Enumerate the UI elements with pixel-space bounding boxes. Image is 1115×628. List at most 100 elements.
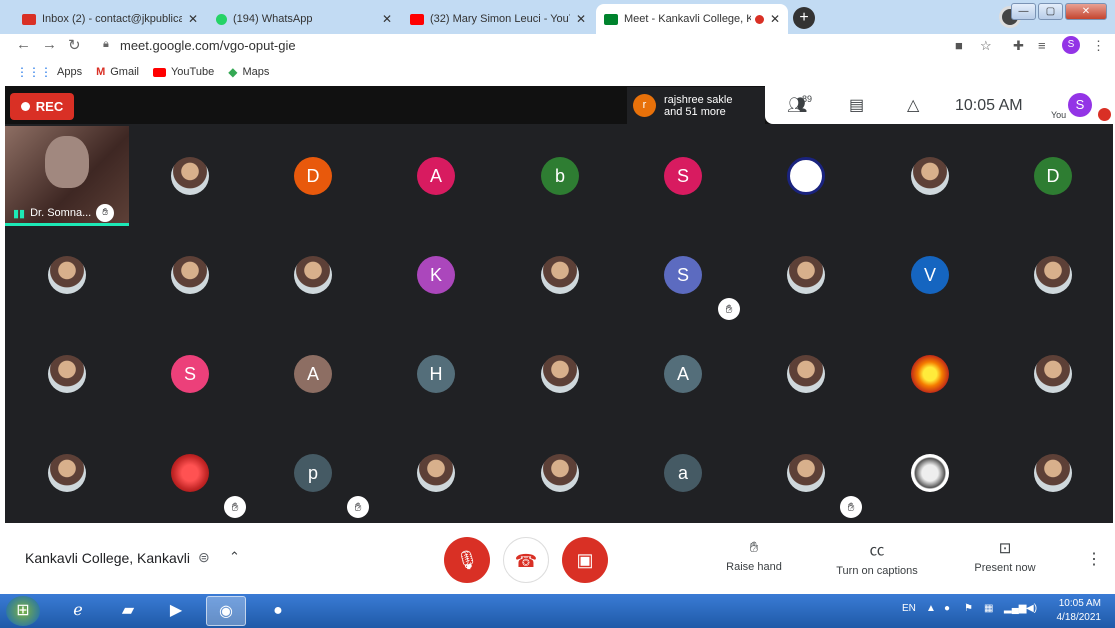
captions-button[interactable]: ㏄ Turn on captions	[833, 539, 921, 577]
participant-tile[interactable]: A	[294, 355, 332, 393]
participant-tile[interactable]	[541, 355, 579, 393]
tab-title: Inbox (2) - contact@jkpublicatio	[42, 13, 182, 25]
flag-icon[interactable]: ⚑	[964, 603, 973, 614]
present-button[interactable]: ⊡ Present now	[973, 539, 1037, 574]
bookmark-youtube[interactable]: YouTube	[152, 66, 214, 78]
meet-stage: REC r rajshree sakle and 51 more 👥︎ 89 ▤…	[5, 86, 1113, 523]
participant-tile[interactable]: a	[664, 454, 702, 492]
chat-icon[interactable]: ▤	[849, 95, 864, 115]
participant-tile[interactable]: b	[541, 157, 579, 195]
leave-call-button[interactable]: ☎︎	[503, 537, 549, 583]
mic-off-button[interactable]: 🎙︎	[444, 537, 490, 583]
extensions-icon[interactable]: ✚	[1013, 38, 1024, 54]
back-icon[interactable]: ←	[16, 36, 31, 53]
close-icon[interactable]: ✕	[770, 12, 780, 26]
meet-top-bar: REC r rajshree sakle and 51 more 👥︎ 89 ▤…	[5, 86, 1113, 124]
captions-label: Turn on captions	[836, 565, 918, 577]
bookmark-gmail[interactable]: M Gmail	[96, 66, 139, 78]
caption-chip-icon[interactable]: ⊜	[198, 549, 210, 566]
network-icon[interactable]: ▦	[984, 603, 993, 614]
media-icon[interactable]: ≡	[1038, 38, 1046, 53]
bookmark-maps[interactable]: ◆ Maps	[228, 65, 269, 79]
participant-tile[interactable]: A	[664, 355, 702, 393]
participant-tile[interactable]: D	[1034, 157, 1072, 195]
join-notification[interactable]: r rajshree sakle and 51 more	[627, 87, 765, 124]
volume-icon[interactable]: ◀)	[1026, 603, 1037, 614]
participant-tile[interactable]	[787, 256, 825, 294]
bookmarks-bar: ⋮⋮⋮ Apps M Gmail YouTube ◆ Maps	[0, 58, 1115, 86]
more-options-icon[interactable]: ⋮	[1086, 549, 1102, 569]
participant-tile[interactable]	[911, 157, 949, 195]
whatsapp-icon	[216, 13, 227, 25]
close-icon[interactable]: ✕	[188, 12, 198, 26]
tab-meet[interactable]: Meet - Kankavli College, Kan ✕	[596, 4, 788, 34]
participant-tile[interactable]: A	[417, 157, 455, 195]
language-indicator[interactable]: EN	[902, 603, 916, 614]
participant-tile[interactable]	[171, 157, 209, 195]
close-icon[interactable]: ✕	[576, 12, 586, 26]
participant-tile[interactable]	[787, 454, 825, 492]
participant-tile[interactable]	[911, 454, 949, 492]
participant-tile[interactable]	[1034, 256, 1072, 294]
participant-tile[interactable]	[1034, 454, 1072, 492]
avatar[interactable]: S	[1068, 93, 1092, 117]
participant-tile[interactable]	[1034, 355, 1072, 393]
tab-whatsapp[interactable]: (194) WhatsApp ✕	[208, 4, 400, 34]
tab-gmail[interactable]: Inbox (2) - contact@jkpublicatio ✕	[14, 4, 206, 34]
participant-tile[interactable]: D	[294, 157, 332, 195]
participant-tile[interactable]	[787, 355, 825, 393]
tray-arrow-icon[interactable]: ▲	[926, 603, 936, 614]
participant-tile[interactable]: H	[417, 355, 455, 393]
chrome-icon[interactable]: ◉	[206, 596, 246, 626]
new-tab-button[interactable]: +	[793, 7, 815, 29]
profile-avatar[interactable]: S	[1062, 36, 1080, 54]
avatar: r	[633, 94, 656, 117]
participant-tile[interactable]	[294, 256, 332, 294]
presenter-tile[interactable]: ▮▮ Dr. Somna... ✋︎	[5, 126, 129, 226]
participant-tile[interactable]: p	[294, 454, 332, 492]
camera-icon[interactable]: ■	[955, 38, 963, 53]
tab-youtube[interactable]: (32) Mary Simon Leuci - YouTube ✕	[402, 4, 594, 34]
participant-tile[interactable]	[541, 256, 579, 294]
participant-tile[interactable]: S	[664, 256, 702, 294]
reload-icon[interactable]: ↻	[68, 36, 81, 54]
participant-tile[interactable]: K	[417, 256, 455, 294]
activities-icon[interactable]: △	[907, 95, 919, 115]
chevron-up-icon[interactable]: ⌃	[229, 549, 240, 565]
participant-tile[interactable]	[171, 454, 209, 492]
participant-tile[interactable]: S	[664, 157, 702, 195]
participant-tile[interactable]	[787, 157, 825, 195]
star-icon[interactable]: ☆	[980, 38, 992, 54]
taskbar-clock[interactable]: 10:05 AM 4/18/2021	[1057, 597, 1102, 625]
windows-taskbar: ⊞ ℯ ▰ ▶ ◉ ● EN ▲ ● ⚑ ▦ ▂▄▆ ◀) 10:05 AM 4…	[0, 594, 1115, 628]
minimize-button[interactable]: —	[1011, 3, 1036, 20]
participant-tile[interactable]	[417, 454, 455, 492]
participant-tile[interactable]	[541, 454, 579, 492]
menu-icon[interactable]: ⋮	[1092, 38, 1105, 54]
participant-tile[interactable]	[911, 355, 949, 393]
media-player-icon[interactable]: ▶	[156, 596, 196, 626]
maximize-button[interactable]: ▢	[1038, 3, 1063, 20]
folder-icon[interactable]: ▰	[108, 596, 148, 626]
participant-tile[interactable]	[48, 256, 86, 294]
participant-tile[interactable]: V	[911, 256, 949, 294]
participant-tile[interactable]	[48, 454, 86, 492]
camera-off-button[interactable]: ▣	[562, 537, 608, 583]
raise-hand-button[interactable]: ✋︎ Raise hand	[725, 539, 783, 573]
participant-tile[interactable]	[48, 355, 86, 393]
close-window-button[interactable]: ✕	[1065, 3, 1107, 20]
meeting-title[interactable]: Kankavli College, Kankavli	[25, 550, 190, 566]
signal-icon[interactable]: ▂▄▆	[1004, 603, 1026, 614]
url-field[interactable]: meet.google.com/vgo-oput-gie	[120, 38, 296, 53]
participant-tile[interactable]: S	[171, 355, 209, 393]
firefox-icon[interactable]: ●	[258, 596, 298, 626]
forward-icon[interactable]: →	[42, 36, 57, 53]
close-icon[interactable]: ✕	[382, 12, 392, 26]
participant-tile[interactable]	[171, 256, 209, 294]
tray-app-icon[interactable]: ●	[944, 603, 950, 614]
bookmark-apps[interactable]: ⋮⋮⋮ Apps	[16, 65, 82, 79]
lock-icon[interactable]: 🔒︎	[103, 38, 109, 51]
apps-grid-icon: ⋮⋮⋮	[16, 65, 52, 79]
start-button[interactable]: ⊞	[6, 596, 40, 626]
ie-icon[interactable]: ℯ	[58, 596, 98, 626]
